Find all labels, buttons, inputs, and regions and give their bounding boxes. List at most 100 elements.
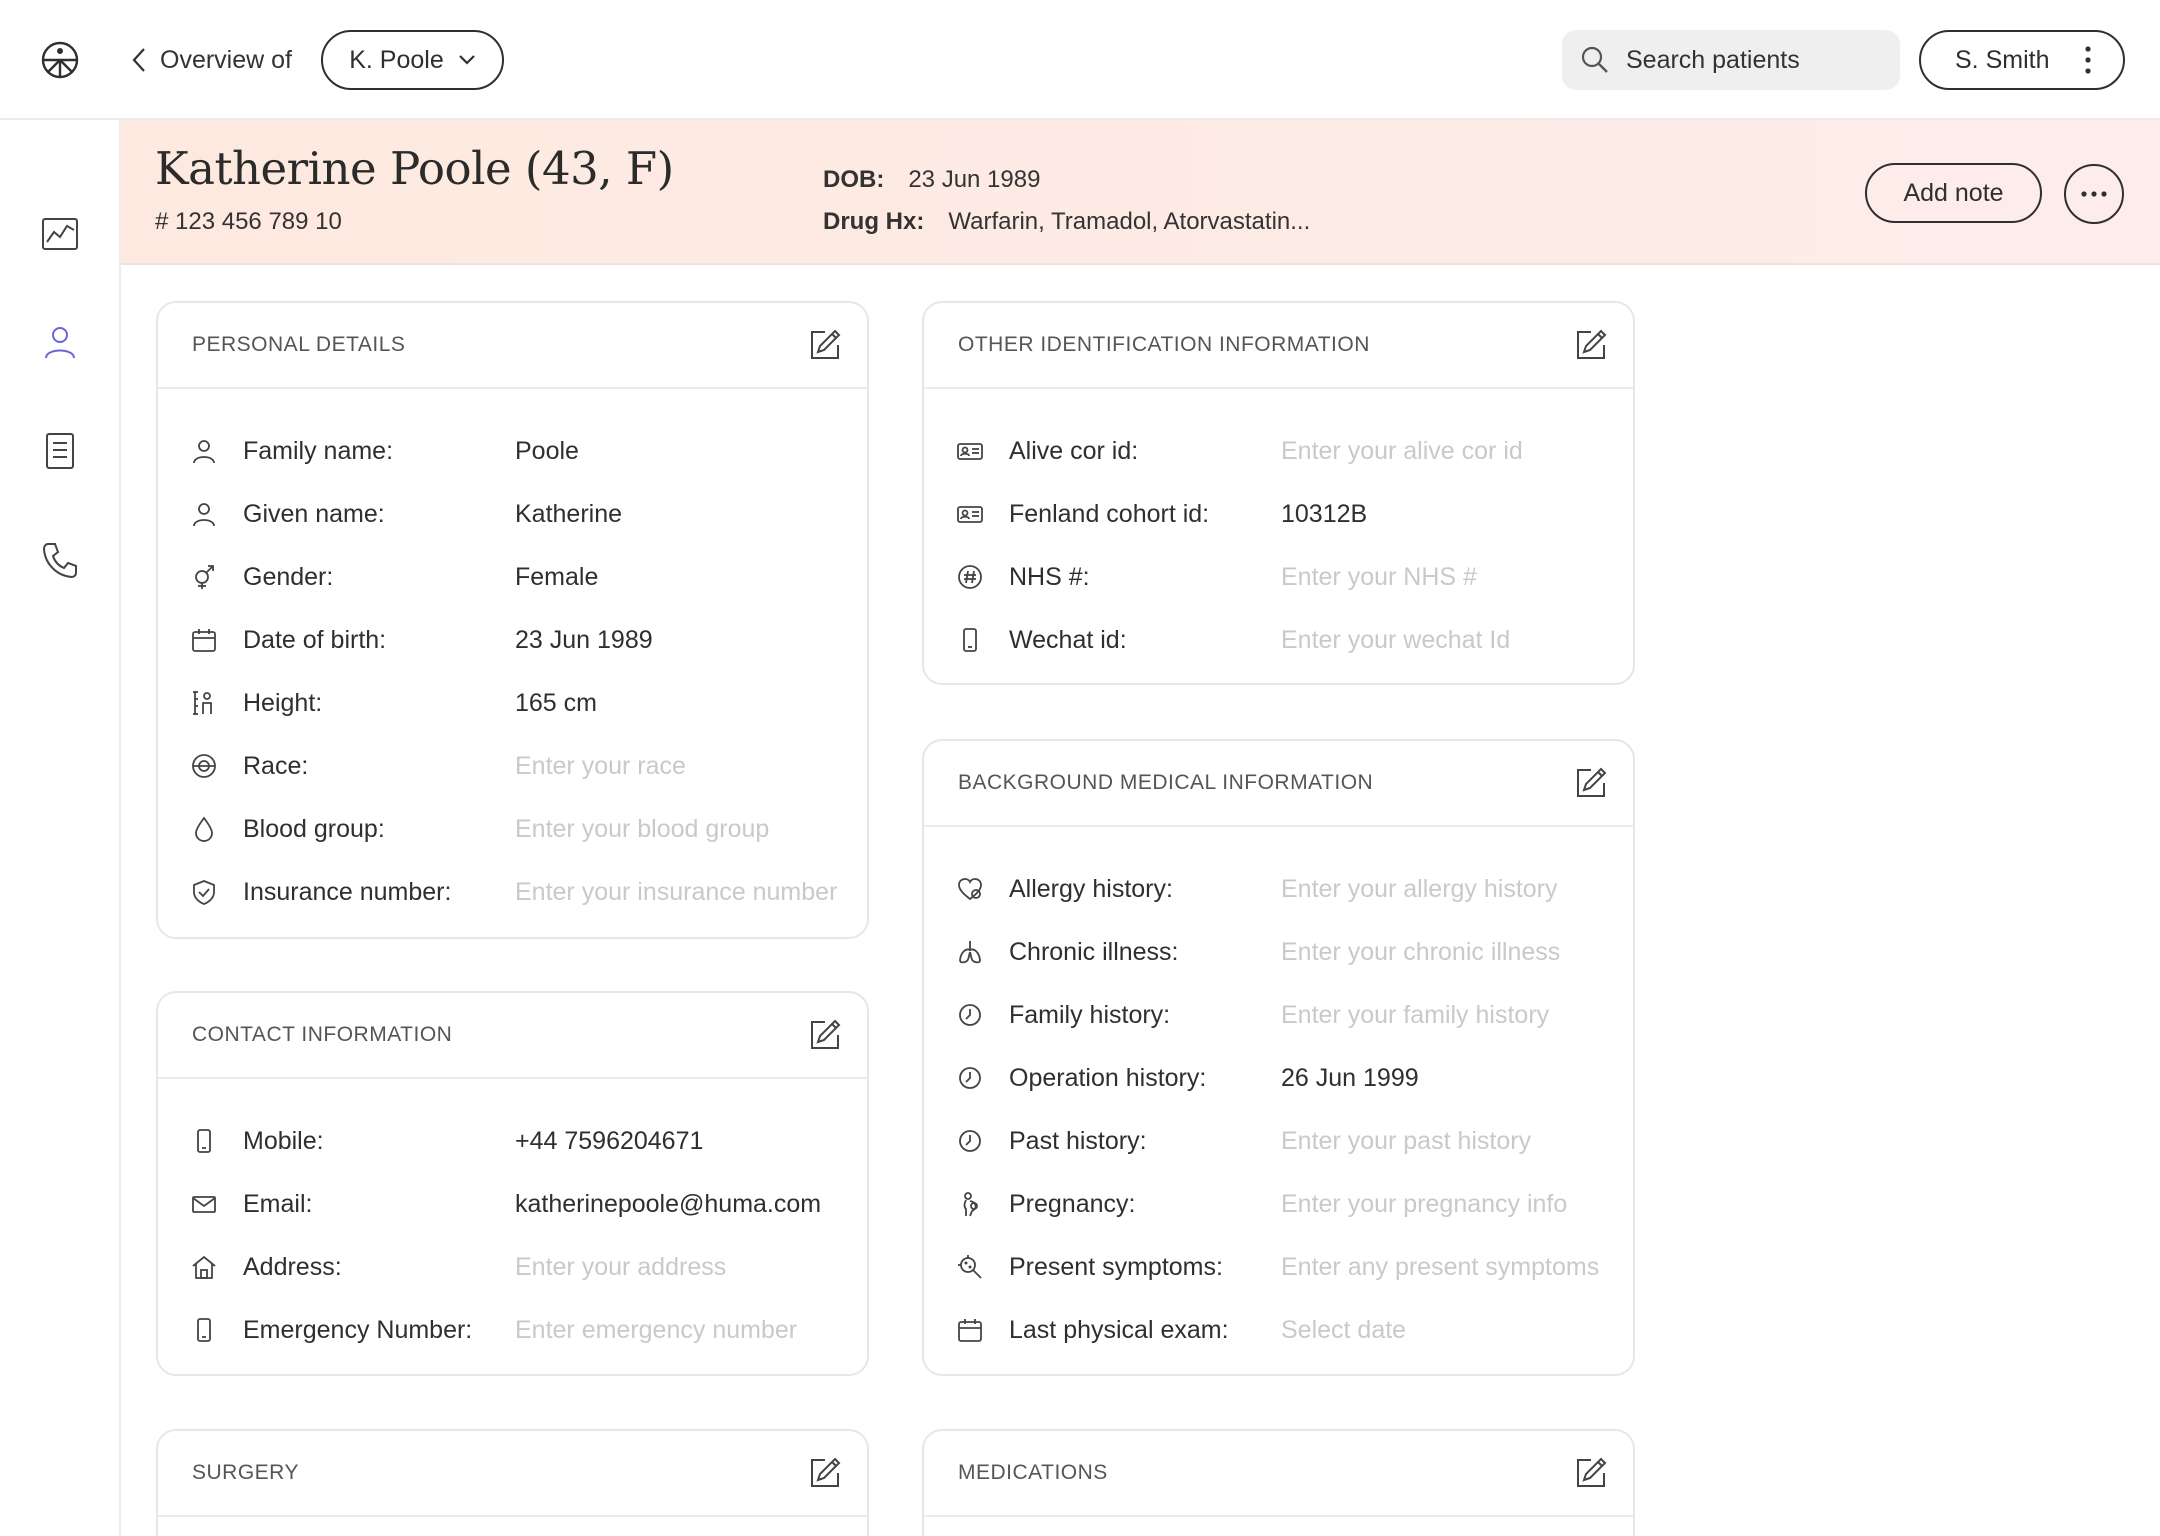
field-row[interactable]: Mobile: +44 7596204671 — [158, 1121, 867, 1161]
surgery-card: SURGERY — [156, 1429, 869, 1536]
more-vertical-icon — [2085, 46, 2091, 74]
background-medical-card: BACKGROUND MEDICAL INFORMATION Allergy h… — [922, 739, 1635, 1376]
edit-icon[interactable] — [1573, 1455, 1609, 1491]
field-row[interactable]: Family history: Enter your family history — [924, 995, 1633, 1035]
card-title: SURGERY — [192, 1461, 299, 1484]
field-placeholder[interactable]: Enter any present symptoms — [1281, 1253, 1599, 1282]
field-label: Emergency Number: — [243, 1315, 473, 1344]
user-menu[interactable]: S. Smith — [1919, 30, 2125, 90]
add-note-button[interactable]: Add note — [1865, 163, 2042, 223]
field-row[interactable]: Height: 165 cm — [158, 683, 867, 723]
field-row[interactable]: Past history: Enter your past history — [924, 1121, 1633, 1161]
field-placeholder[interactable]: Enter your NHS # — [1281, 563, 1477, 592]
edit-icon[interactable] — [1573, 765, 1609, 801]
nav-profile-icon[interactable] — [40, 322, 80, 362]
field-placeholder[interactable]: Enter your blood group — [515, 815, 769, 844]
id-card-icon — [957, 506, 983, 523]
patient-selector[interactable]: K. Poole — [321, 30, 504, 90]
app-logo-icon[interactable] — [40, 40, 80, 80]
lungs-icon — [959, 941, 981, 964]
top-bar: Overview of K. Poole S. Smith — [0, 0, 2160, 120]
back-link[interactable]: Overview of — [132, 44, 292, 76]
field-value[interactable]: 165 cm — [515, 689, 597, 718]
field-placeholder[interactable]: Enter your alive cor id — [1281, 437, 1523, 466]
field-label: Allergy history: — [1009, 874, 1173, 903]
field-row[interactable]: Operation history: 26 Jun 1999 — [924, 1058, 1633, 1098]
field-row[interactable]: Present symptoms: Enter any present sympt… — [924, 1247, 1633, 1287]
field-placeholder[interactable]: Enter emergency number — [515, 1316, 797, 1345]
field-placeholder[interactable]: Enter your chronic illness — [1281, 938, 1560, 967]
field-row[interactable]: NHS #: Enter your NHS # — [924, 557, 1633, 597]
edit-icon[interactable] — [807, 1017, 843, 1053]
field-value[interactable]: 10312B — [1281, 500, 1367, 529]
card-title: PERSONAL DETAILS — [192, 333, 406, 356]
field-label: Race: — [243, 751, 309, 780]
field-placeholder[interactable]: Enter your wechat Id — [1281, 626, 1510, 655]
field-value[interactable]: 23 Jun 1989 — [515, 626, 653, 655]
race-icon — [192, 754, 216, 778]
drop-icon — [195, 816, 213, 842]
field-placeholder[interactable]: Enter your past history — [1281, 1127, 1531, 1156]
field-label: Email: — [243, 1189, 313, 1218]
field-placeholder[interactable]: Enter your allergy history — [1281, 875, 1558, 904]
user-name: S. Smith — [1955, 45, 2050, 74]
edit-icon[interactable] — [807, 1455, 843, 1491]
field-row[interactable]: Race: Enter your race — [158, 746, 867, 786]
field-placeholder[interactable]: Select date — [1281, 1316, 1406, 1345]
home-icon — [192, 1255, 216, 1279]
field-label: Address: — [243, 1252, 342, 1281]
field-label: Wechat id: — [1009, 625, 1127, 654]
field-value[interactable]: Katherine — [515, 500, 622, 529]
patient-name: Katherine Poole (43, F) — [155, 142, 674, 195]
field-row[interactable]: Given name: Katherine — [158, 494, 867, 534]
field-row[interactable]: Fenland cohort id: 10312B — [924, 494, 1633, 534]
search-input[interactable] — [1626, 45, 1856, 75]
nav-call-icon[interactable] — [40, 540, 80, 580]
field-row[interactable]: Address: Enter your address — [158, 1247, 867, 1287]
field-row[interactable]: Insurance number: Enter your insurance nu… — [158, 872, 867, 912]
field-label: NHS #: — [1009, 562, 1090, 591]
field-placeholder[interactable]: Enter your pregnancy info — [1281, 1190, 1567, 1219]
field-placeholder[interactable]: Enter your insurance number — [515, 878, 837, 907]
more-options-button[interactable] — [2064, 164, 2124, 224]
field-label: Past history: — [1009, 1126, 1147, 1155]
field-placeholder[interactable]: Enter your race — [515, 752, 686, 781]
nav-analytics-icon[interactable] — [40, 214, 80, 254]
field-row[interactable]: Chronic illness: Enter your chronic illne… — [924, 932, 1633, 972]
field-value[interactable]: Poole — [515, 437, 579, 466]
field-row[interactable]: Family name: Poole — [158, 431, 867, 471]
dob-label: DOB: — [823, 166, 885, 193]
field-label: Operation history: — [1009, 1063, 1207, 1092]
field-row[interactable]: Blood group: Enter your blood group — [158, 809, 867, 849]
field-row[interactable]: Alive cor id: Enter your alive cor id — [924, 431, 1633, 471]
field-row[interactable]: Gender: Female — [158, 557, 867, 597]
nav-notes-icon[interactable] — [40, 431, 80, 471]
medications-card: MEDICATIONS — [922, 1429, 1635, 1536]
field-value[interactable]: +44 7596204671 — [515, 1127, 703, 1156]
patient-header: Katherine Poole (43, F) # 123 456 789 10… — [121, 120, 2160, 265]
card-title: BACKGROUND MEDICAL INFORMATION — [958, 771, 1374, 794]
search-box[interactable] — [1562, 30, 1900, 90]
field-row[interactable]: Pregnancy: Enter your pregnancy info — [924, 1184, 1633, 1224]
field-placeholder[interactable]: Enter your address — [515, 1253, 726, 1282]
field-row[interactable]: Email: katherinepoole@huma.com — [158, 1184, 867, 1224]
edit-icon[interactable] — [807, 327, 843, 363]
edit-icon[interactable] — [1573, 327, 1609, 363]
person-icon — [193, 503, 215, 527]
field-value[interactable]: 26 Jun 1999 — [1281, 1064, 1419, 1093]
field-row[interactable]: Date of birth: 23 Jun 1989 — [158, 620, 867, 660]
field-value[interactable]: katherinepoole@huma.com — [515, 1190, 821, 1219]
drug-history-label: Drug Hx: — [823, 208, 925, 235]
chevron-left-icon — [132, 48, 145, 72]
shield-icon — [193, 880, 215, 905]
field-row[interactable]: Allergy history: Enter your allergy histo… — [924, 869, 1633, 909]
field-row[interactable]: Emergency Number: Enter emergency number — [158, 1310, 867, 1350]
field-label: Height: — [243, 688, 323, 717]
field-label: Chronic illness: — [1009, 937, 1179, 966]
field-value[interactable]: Female — [515, 563, 598, 592]
field-row[interactable]: Wechat id: Enter your wechat Id — [924, 620, 1633, 660]
field-label: Alive cor id: — [1009, 436, 1139, 465]
card-title: CONTACT INFORMATION — [192, 1023, 453, 1046]
field-placeholder[interactable]: Enter your family history — [1281, 1001, 1549, 1030]
field-row[interactable]: Last physical exam: Select date — [924, 1310, 1633, 1350]
